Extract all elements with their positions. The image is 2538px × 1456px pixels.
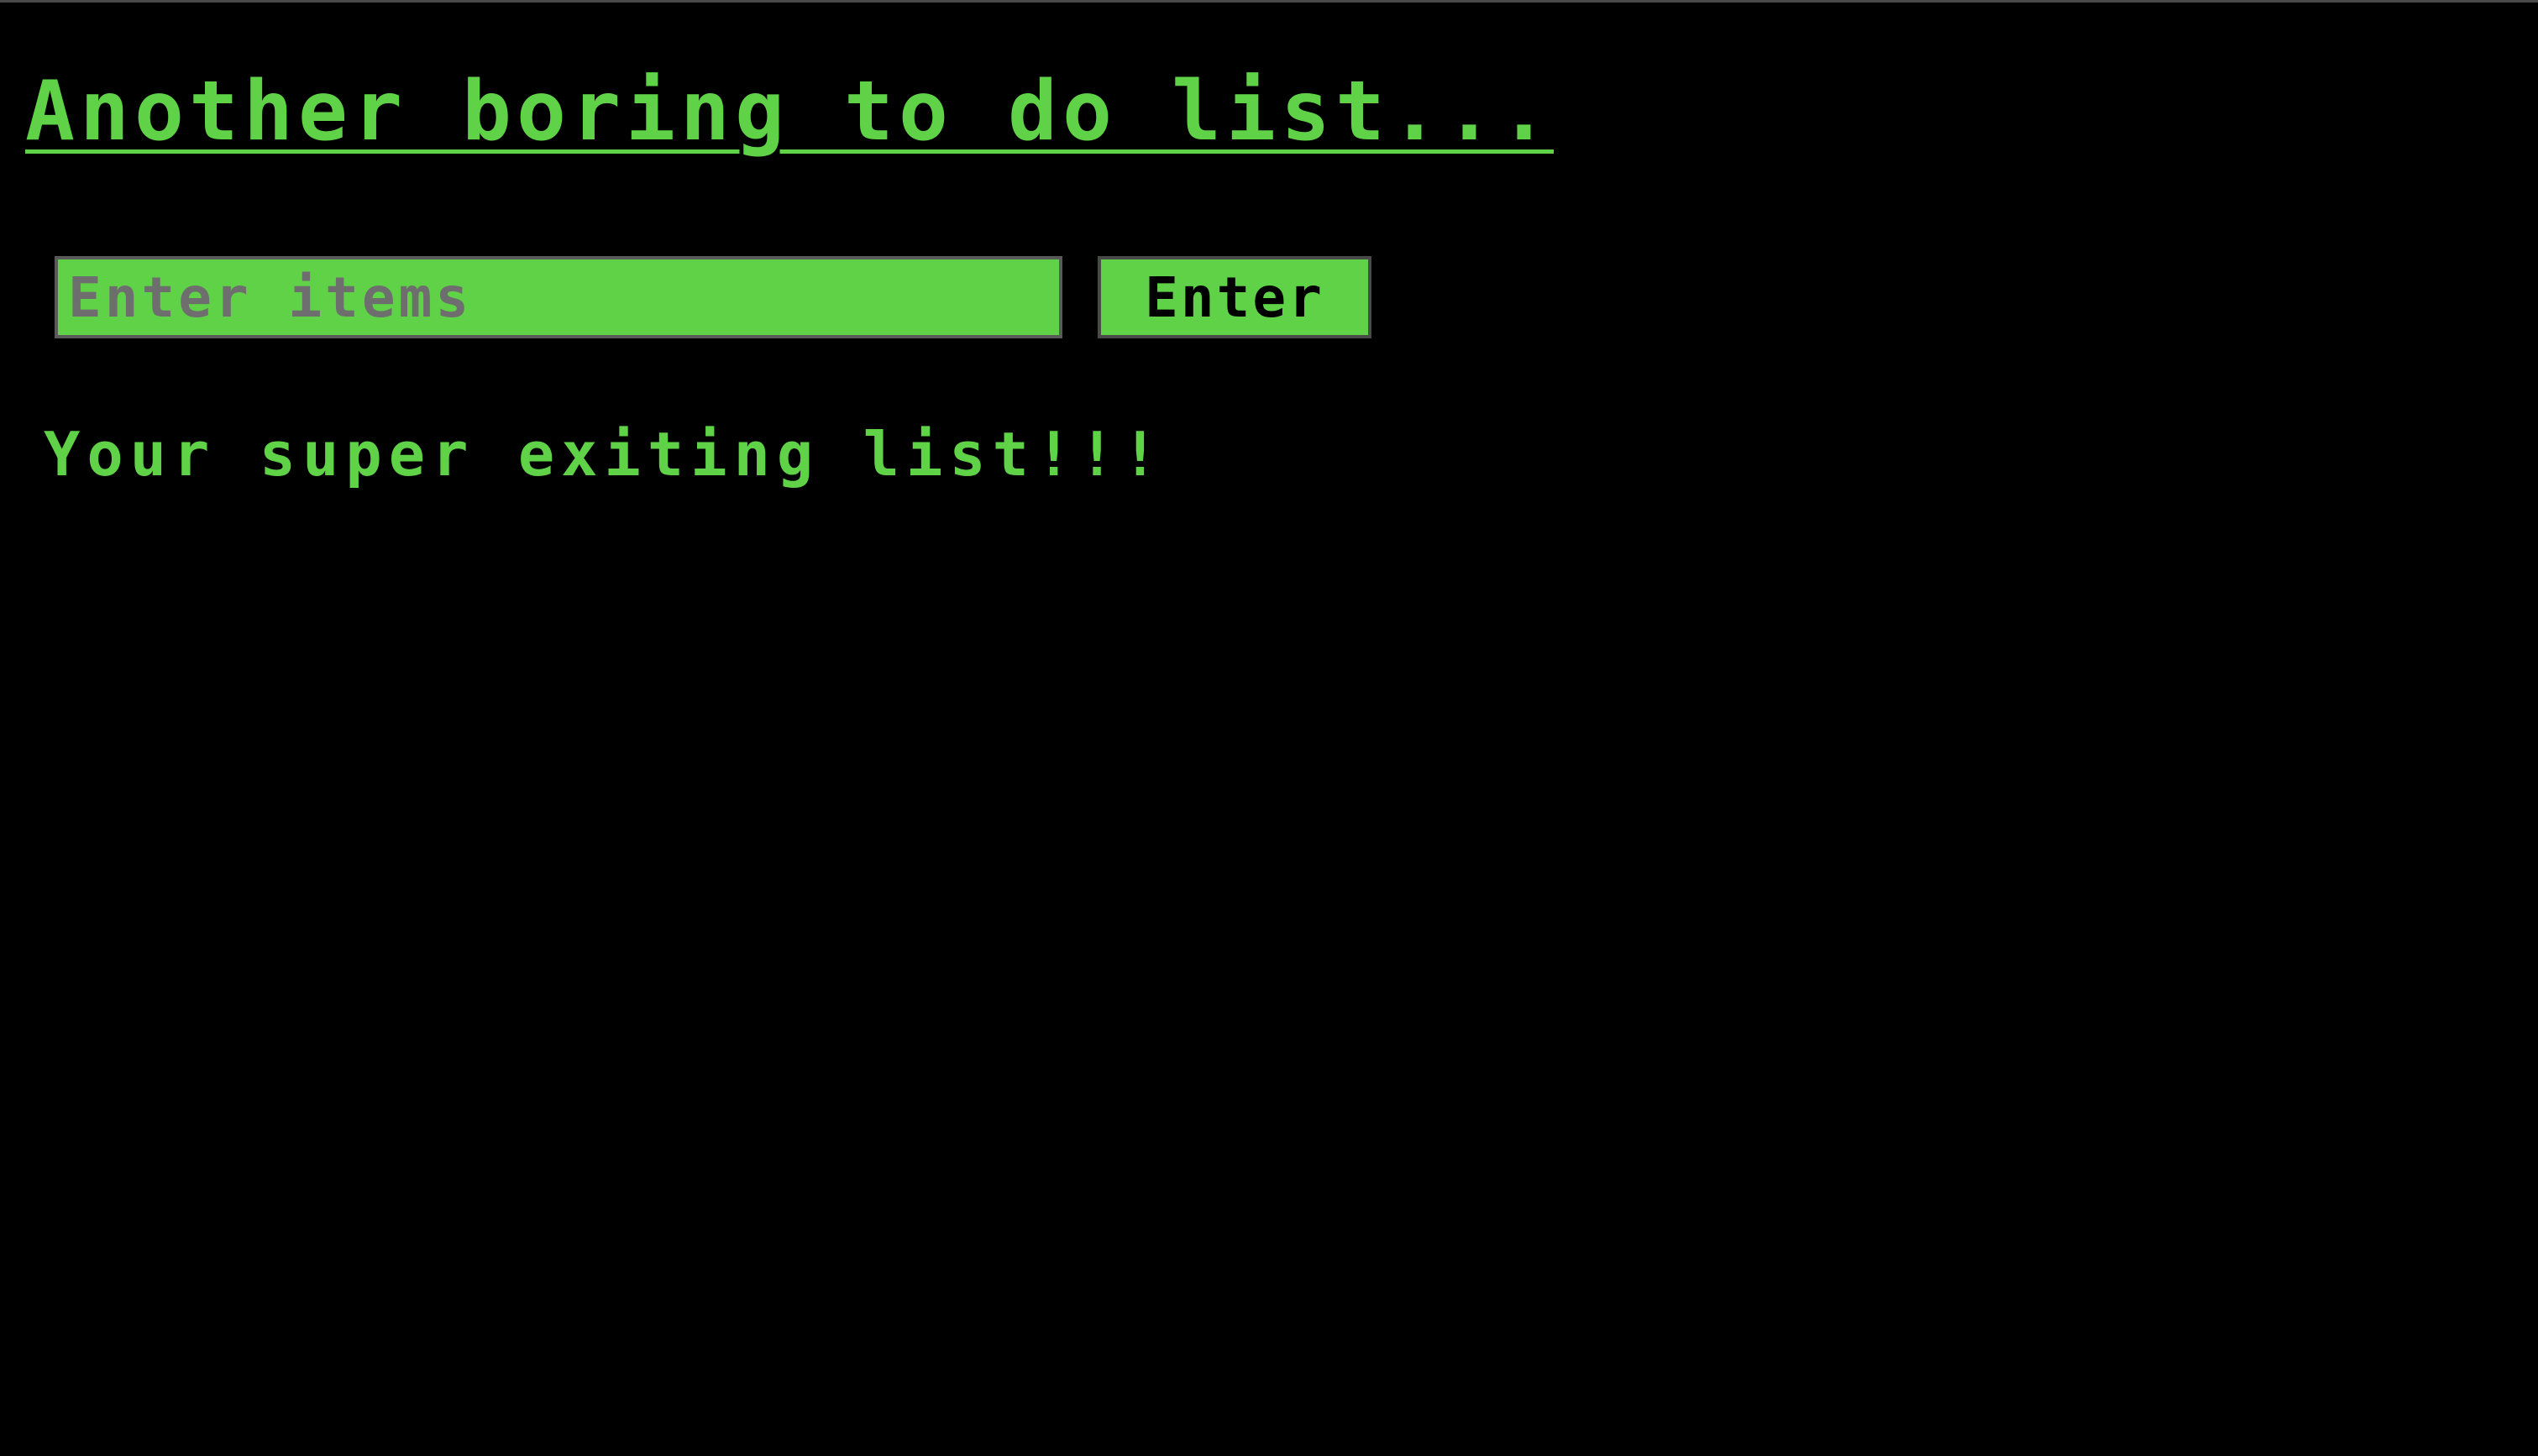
item-input[interactable] xyxy=(55,256,1062,338)
page-title: Another boring to do list... xyxy=(25,64,1555,160)
add-item-form: Enter xyxy=(55,256,1371,338)
list-heading: Your super exiting list!!! xyxy=(44,419,1166,490)
enter-button[interactable]: Enter xyxy=(1098,256,1371,338)
window-top-border xyxy=(0,0,2538,3)
